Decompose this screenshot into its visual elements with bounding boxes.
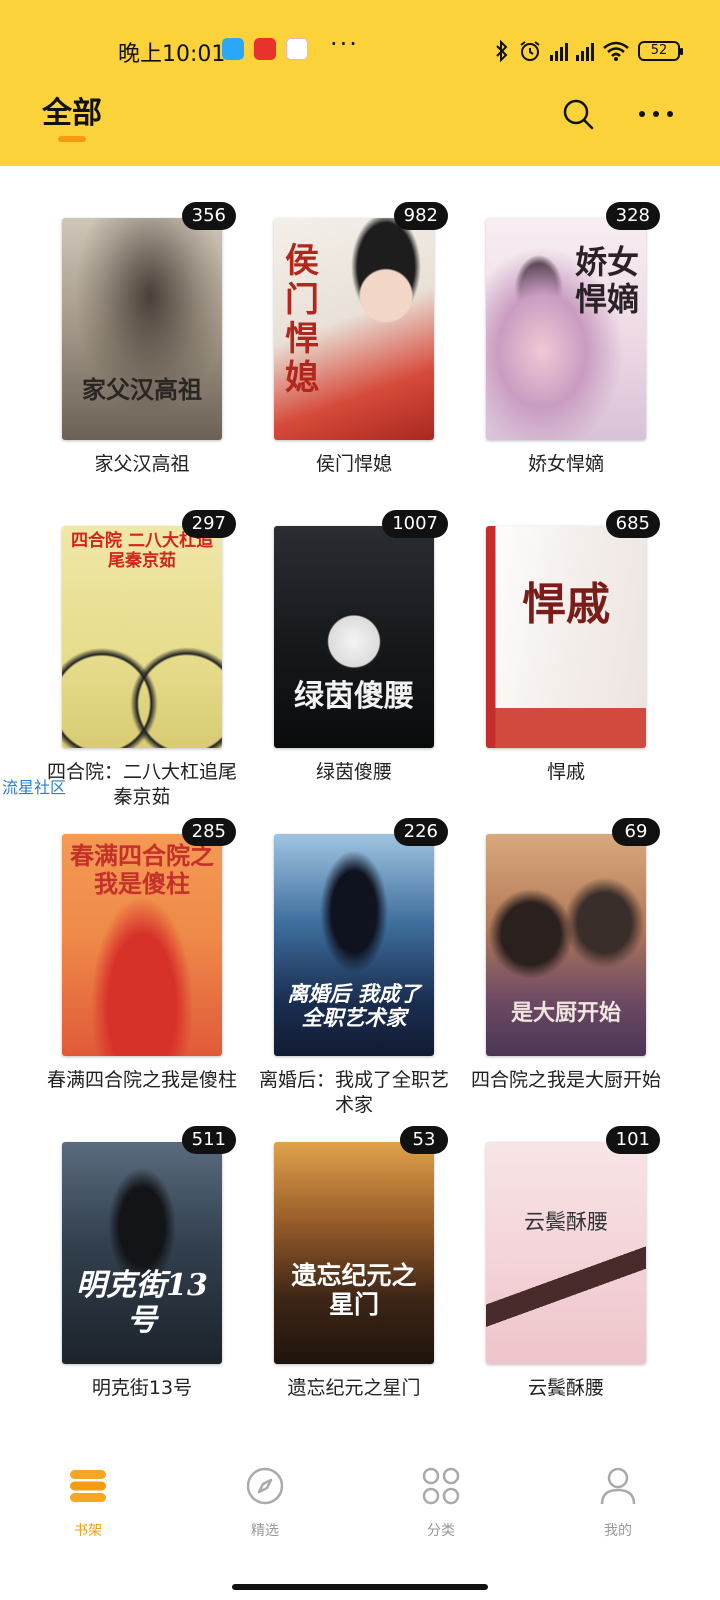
cover-title: 家父汉高祖 xyxy=(82,375,202,405)
cover-title: 遗忘纪元之星门 xyxy=(291,1261,417,1319)
status-time: 晚上10:01 xyxy=(118,42,226,67)
book-card[interactable]: 绿茵傻腰 1007 绿茵傻腰 xyxy=(254,510,454,785)
book-card[interactable]: 家父汉高祖 356 家父汉高祖 xyxy=(42,202,242,477)
book-cover[interactable]: 悍戚 xyxy=(486,526,646,748)
cover-title: 侯门悍媳 xyxy=(285,241,319,399)
book-cover[interactable]: 绿茵傻腰 xyxy=(274,526,434,748)
status-right-icons: 52 xyxy=(494,36,683,66)
nav-label: 我的 xyxy=(604,1523,632,1539)
book-title[interactable]: 春满四合院之我是傻柱 xyxy=(42,1068,242,1093)
app-pink-icon xyxy=(286,38,308,60)
cover-title: 离婚后 我成了全职艺术家 xyxy=(287,980,421,1030)
alarm-icon xyxy=(520,41,540,61)
unread-count-badge: 69 xyxy=(612,818,660,846)
book-card[interactable]: 娇女悍嫡 328 娇女悍嫡 xyxy=(466,202,666,477)
book-title[interactable]: 四合院：二八大杠追尾秦京茹 xyxy=(42,760,242,810)
book-cover[interactable]: 是大厨开始 xyxy=(486,834,646,1056)
nav-bookshelf[interactable]: 书架 xyxy=(28,1464,148,1540)
book-title[interactable]: 云鬓酥腰 xyxy=(466,1376,666,1401)
cover-title: 是大厨开始 xyxy=(510,999,621,1026)
nav-category[interactable]: 分类 xyxy=(381,1464,501,1540)
community-floating-link[interactable]: 流星社区 xyxy=(2,774,66,798)
compass-icon xyxy=(246,1467,284,1505)
unread-count-badge: 285 xyxy=(181,818,236,846)
unread-count-badge: 511 xyxy=(181,1126,236,1154)
cover-title: 娇女悍嫡 xyxy=(574,243,639,318)
signal-icon xyxy=(576,41,594,61)
book-card[interactable]: 四合院 二八大杠追尾秦京茹 297 四合院：二八大杠追尾秦京茹 xyxy=(42,510,242,810)
bottom-nav: 书架 精选 分类 我的 xyxy=(0,1440,720,1600)
book-title[interactable]: 离婚后：我成了全职艺术家 xyxy=(254,1068,454,1118)
book-cover[interactable]: 离婚后 我成了全职艺术家 xyxy=(274,834,434,1056)
book-card[interactable]: 是大厨开始 69 四合院之我是大厨开始 xyxy=(466,818,666,1093)
unread-count-badge: 685 xyxy=(605,510,660,538)
nav-label: 精选 xyxy=(251,1523,279,1539)
book-cover[interactable]: 遗忘纪元之星门 xyxy=(274,1142,434,1364)
book-cover[interactable]: 春满四合院之我是傻柱 xyxy=(62,834,222,1056)
book-cover[interactable]: 四合院 二八大杠追尾秦京茹 xyxy=(62,526,222,748)
unread-count-badge: 982 xyxy=(393,202,448,230)
bookshelf-icon xyxy=(70,1470,106,1502)
page-title[interactable]: 全部 xyxy=(42,88,102,132)
bluetooth-icon xyxy=(496,39,508,63)
book-title[interactable]: 侯门悍媳 xyxy=(254,452,454,477)
cover-title: 云鬓酥腰 xyxy=(524,1210,608,1234)
category-grid-icon xyxy=(422,1467,460,1505)
nav-featured[interactable]: 精选 xyxy=(205,1464,325,1540)
book-cover[interactable]: 侯门悍媳 xyxy=(274,218,434,440)
wifi-icon xyxy=(603,41,629,61)
book-card[interactable]: 云鬓酥腰 101 云鬓酥腰 xyxy=(466,1126,666,1401)
bookshelf-grid: 家父汉高祖 356 家父汉高祖 侯门悍媳 982 侯门悍媳 娇女悍嫡 328 娇… xyxy=(0,166,720,1436)
cover-title: 四合院 二八大杠追尾秦京茹 xyxy=(71,531,213,571)
unread-count-badge: 1007 xyxy=(382,510,448,538)
unread-count-badge: 226 xyxy=(393,818,448,846)
more-options-icon[interactable] xyxy=(636,96,676,132)
book-card[interactable]: 遗忘纪元之星门 53 遗忘纪元之星门 xyxy=(254,1126,454,1401)
search-icon[interactable] xyxy=(560,96,596,132)
book-card[interactable]: 侯门悍媳 982 侯门悍媳 xyxy=(254,202,454,477)
nav-label: 分类 xyxy=(427,1523,455,1539)
nav-mine[interactable]: 我的 xyxy=(558,1464,678,1540)
book-title[interactable]: 家父汉高祖 xyxy=(42,452,242,477)
cover-title: 明克街13号 xyxy=(76,1268,208,1338)
app-blue-icon xyxy=(222,38,244,60)
book-cover[interactable]: 明克街13号 xyxy=(62,1142,222,1364)
book-card[interactable]: 悍戚 685 悍戚 xyxy=(466,510,666,785)
app-red-icon xyxy=(254,38,276,60)
unread-count-badge: 356 xyxy=(181,202,236,230)
book-cover[interactable]: 娇女悍嫡 xyxy=(486,218,646,440)
book-title[interactable]: 遗忘纪元之星门 xyxy=(254,1376,454,1401)
book-cover[interactable]: 家父汉高祖 xyxy=(62,218,222,440)
book-card[interactable]: 离婚后 我成了全职艺术家 226 离婚后：我成了全职艺术家 xyxy=(254,818,454,1118)
battery-icon: 52 xyxy=(638,41,683,61)
cover-title: 绿茵傻腰 xyxy=(294,678,414,714)
book-title[interactable]: 悍戚 xyxy=(466,760,666,785)
status-more-icon: ··· xyxy=(330,30,359,58)
cover-title: 春满四合院之我是傻柱 xyxy=(70,841,214,898)
user-icon xyxy=(600,1467,636,1505)
book-card[interactable]: 明克街13号 511 明克街13号 xyxy=(42,1126,242,1401)
unread-count-badge: 328 xyxy=(605,202,660,230)
hd-signal-icon xyxy=(550,41,568,61)
home-indicator[interactable] xyxy=(232,1584,488,1590)
book-card[interactable]: 春满四合院之我是傻柱 285 春满四合院之我是傻柱 xyxy=(42,818,242,1093)
unread-count-badge: 101 xyxy=(605,1126,660,1154)
title-active-indicator xyxy=(58,136,86,142)
book-cover[interactable]: 云鬓酥腰 xyxy=(486,1142,646,1364)
cover-title: 悍戚 xyxy=(522,579,610,630)
book-title[interactable]: 绿茵傻腰 xyxy=(254,760,454,785)
nav-label: 书架 xyxy=(74,1523,102,1539)
book-title[interactable]: 娇女悍嫡 xyxy=(466,452,666,477)
top-header: 晚上10:01 ··· 52 全部 xyxy=(0,0,720,166)
unread-count-badge: 53 xyxy=(400,1126,448,1154)
book-title[interactable]: 四合院之我是大厨开始 xyxy=(466,1068,666,1093)
book-title[interactable]: 明克街13号 xyxy=(42,1376,242,1401)
status-bar: 晚上10:01 ··· 52 xyxy=(0,28,720,72)
unread-count-badge: 297 xyxy=(181,510,236,538)
